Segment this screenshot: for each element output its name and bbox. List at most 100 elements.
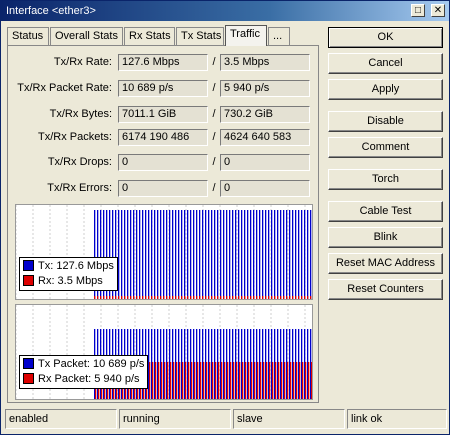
graph-bar [266, 362, 268, 399]
tab-tx-stats[interactable]: Tx Stats [176, 27, 224, 45]
graph-bar [118, 210, 120, 299]
graph-bar [257, 362, 259, 399]
graph-bar [151, 296, 153, 299]
graph-bar [148, 296, 150, 299]
title-bar[interactable]: Interface <ether3> □ ✕ [1, 1, 449, 21]
graph-bar [287, 362, 289, 399]
tx-errors-field: 0 [118, 180, 208, 197]
rx-errors-field: 0 [220, 180, 310, 197]
graph-bar [242, 362, 244, 399]
graph-bar [97, 296, 99, 299]
graph-bar [307, 210, 309, 299]
graph-bar [286, 296, 288, 299]
graph-bar [220, 210, 222, 299]
graph-bar [214, 210, 216, 299]
graph-bar [293, 362, 295, 399]
graph-bar [281, 362, 283, 399]
graph-bar [229, 296, 231, 299]
reset-mac-address-button[interactable]: Reset MAC Address [328, 253, 443, 274]
graph-bar [130, 210, 132, 299]
graph-bar [133, 296, 135, 299]
graph-bar [277, 210, 279, 299]
ok-button[interactable]: OK [328, 27, 443, 48]
graph-bar [233, 362, 235, 399]
graph-bar [173, 362, 175, 399]
tx-swatch [23, 260, 34, 271]
graph-bar [178, 210, 180, 299]
torch-button[interactable]: Torch [328, 169, 443, 190]
comment-button[interactable]: Comment [328, 137, 443, 158]
rx-bytes-field: 730.2 GiB [220, 106, 310, 123]
separator: / [212, 82, 216, 94]
graph-bar [187, 296, 189, 299]
tab-status[interactable]: Status [7, 27, 49, 45]
graph-bar [164, 362, 166, 399]
graph-bar [157, 210, 159, 299]
graph-bar [170, 362, 172, 399]
apply-button[interactable]: Apply [328, 79, 443, 100]
graph-bar [139, 210, 141, 299]
graph-bar [295, 210, 297, 299]
graph-bar [206, 362, 208, 399]
graph-bar [169, 210, 171, 299]
graph-bar [151, 210, 153, 299]
tab-more[interactable]: ... [268, 27, 290, 45]
rx-drops-field: 0 [220, 154, 310, 171]
graph-bar [227, 362, 229, 399]
graph-bar [236, 362, 238, 399]
legend-tx-packet-label: Tx Packet: 10 689 p/s [38, 358, 145, 370]
graph-bar [160, 296, 162, 299]
reset-counters-button[interactable]: Reset Counters [328, 279, 443, 300]
rx-packet-rate-field: 5 940 p/s [220, 80, 310, 97]
graph-bar [299, 362, 301, 399]
legend-tx-label: Tx: 127.6 Mbps [38, 260, 114, 272]
close-icon[interactable]: ✕ [431, 4, 445, 17]
graph-bar [274, 296, 276, 299]
graph-bar [259, 210, 261, 299]
graph-bar [275, 362, 277, 399]
graph-bar [175, 296, 177, 299]
cable-test-button[interactable]: Cable Test [328, 201, 443, 222]
graph-bar [202, 210, 204, 299]
legend-item-rx: Rx: 3.5 Mbps [23, 274, 114, 289]
graph-bar [94, 296, 96, 299]
separator: / [212, 108, 216, 120]
tx-bytes-field: 7011.1 GiB [118, 106, 208, 123]
tab-rx-stats[interactable]: Rx Stats [124, 27, 175, 45]
graph-bar [220, 296, 222, 299]
cancel-button[interactable]: Cancel [328, 53, 443, 74]
graph-bar [269, 362, 271, 399]
maximize-icon[interactable]: □ [411, 4, 425, 17]
tab-traffic[interactable]: Traffic [225, 25, 267, 46]
tx-rx-bytes-label: Tx/Rx Bytes: [49, 108, 112, 120]
graph-bar [158, 362, 160, 399]
tab-overall-stats[interactable]: Overall Stats [50, 27, 123, 45]
graph-bar [187, 210, 189, 299]
graph-bar [169, 296, 171, 299]
graph-bar [272, 362, 274, 399]
graph-bar [154, 296, 156, 299]
graph-bar [124, 296, 126, 299]
traffic-panel: Tx/Rx Rate: 127.6 Mbps / 3.5 Mbps Tx/Rx … [7, 45, 319, 403]
graph-bar [262, 296, 264, 299]
graph-bar [112, 296, 114, 299]
graph-bar [211, 210, 213, 299]
graph-bar [226, 296, 228, 299]
graph-bar [218, 362, 220, 399]
graph-bar [214, 296, 216, 299]
legend-rx-label: Rx: 3.5 Mbps [38, 275, 103, 287]
graph-bar [109, 296, 111, 299]
separator: / [212, 56, 216, 68]
graph-bar [304, 210, 306, 299]
blink-button[interactable]: Blink [328, 227, 443, 248]
graph-bar [263, 362, 265, 399]
graph-bar [235, 296, 237, 299]
graph-bar [301, 296, 303, 299]
graph-bar [238, 210, 240, 299]
graph-bar [229, 210, 231, 299]
graph-bar [226, 210, 228, 299]
graph-bar [248, 362, 250, 399]
disable-button[interactable]: Disable [328, 111, 443, 132]
graph-bar [205, 210, 207, 299]
tx-packets-field: 6174 190 486 [118, 129, 208, 146]
